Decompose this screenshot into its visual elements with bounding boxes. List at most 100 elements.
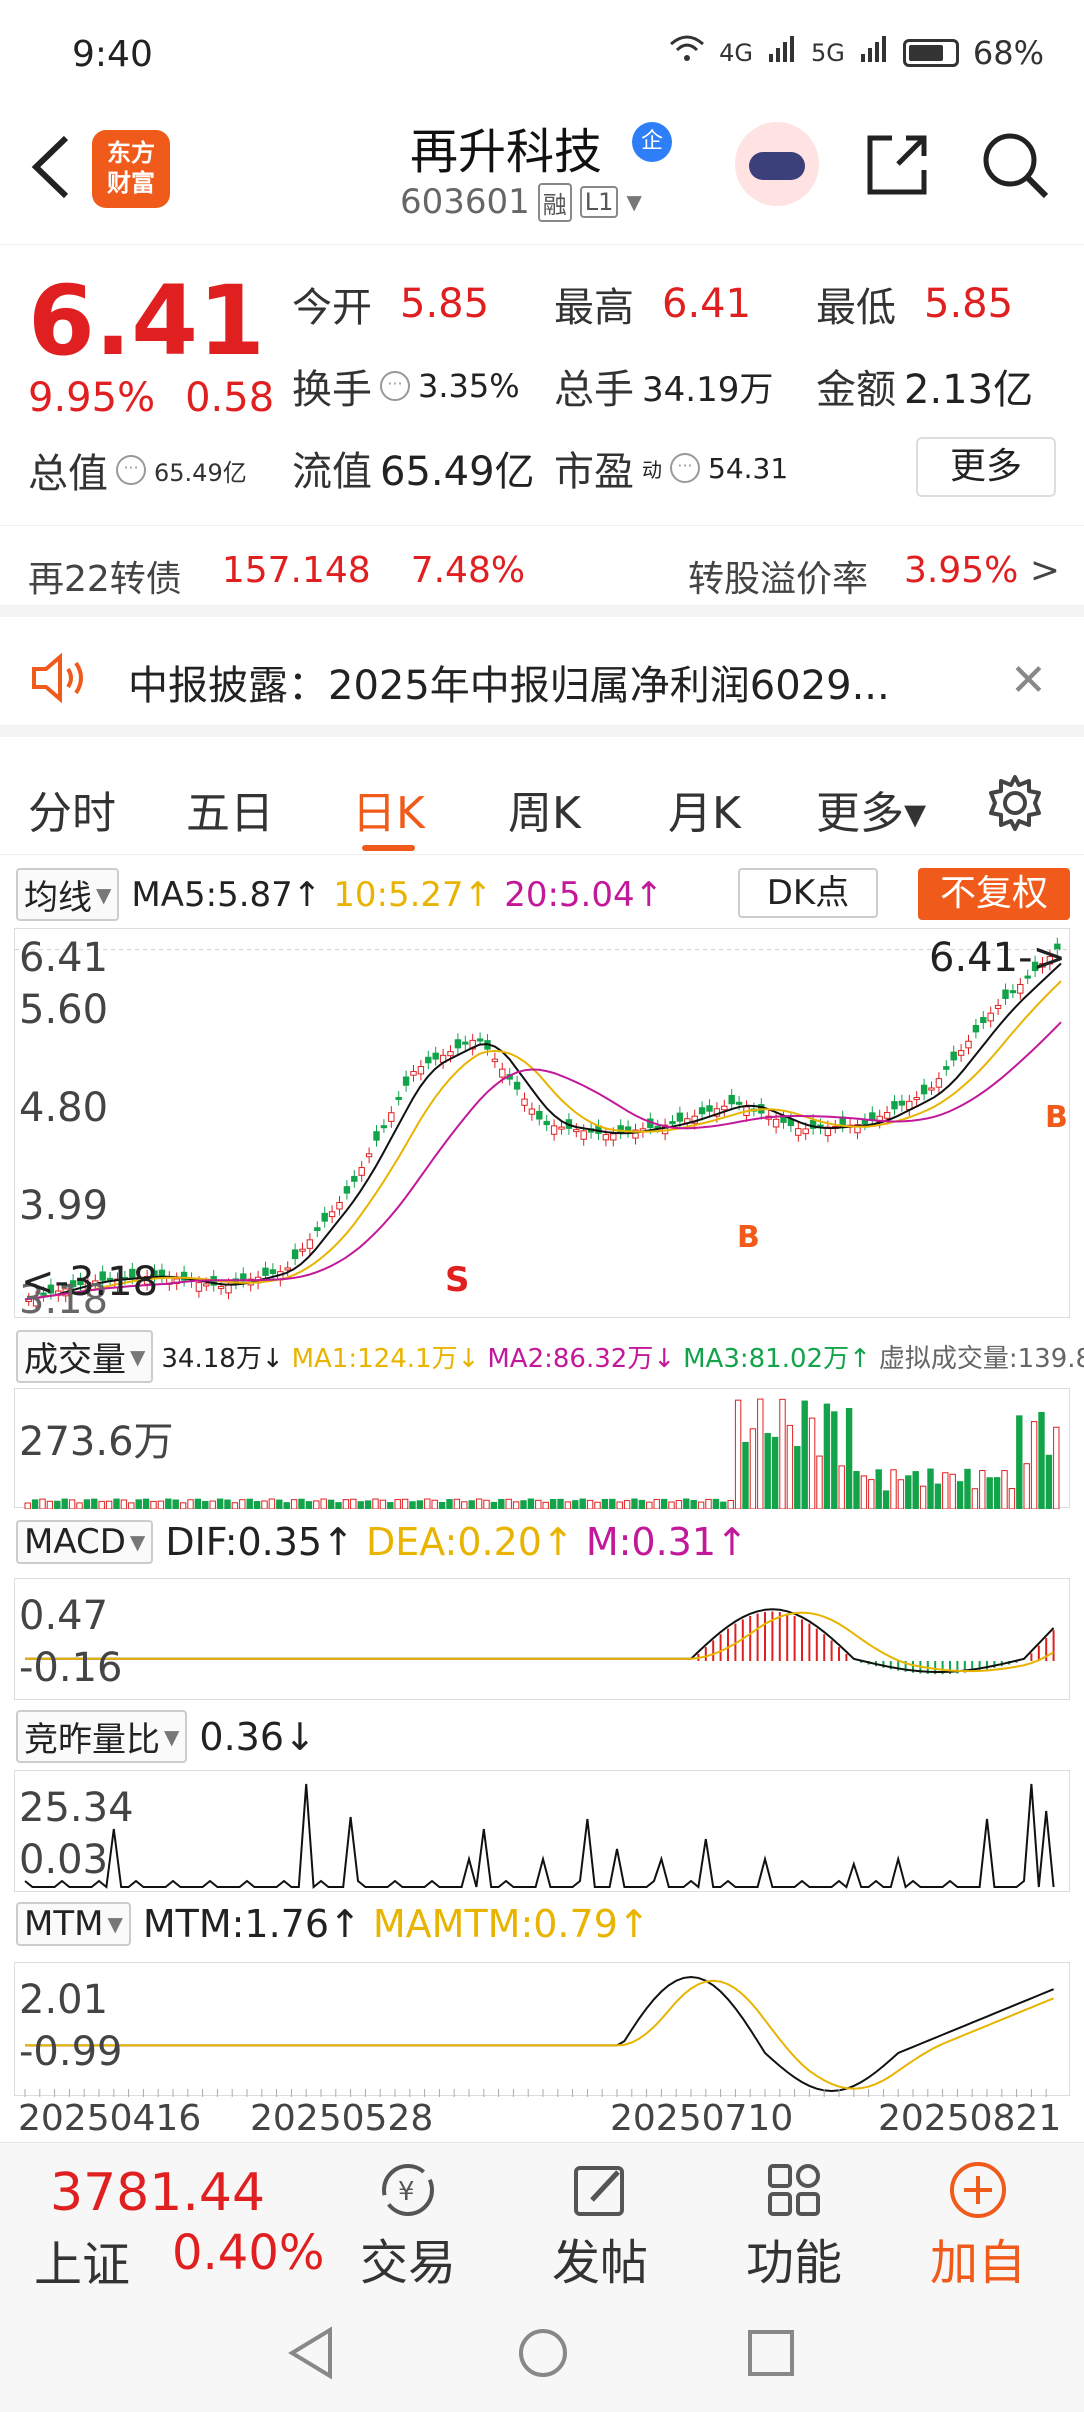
more-dots-icon[interactable]: ··· — [116, 455, 146, 485]
tab-monthly-k[interactable]: 月K — [668, 777, 741, 841]
volume-selector[interactable]: 成交量 ▼ — [16, 1330, 154, 1383]
candle-body — [365, 1153, 373, 1158]
volume-bar — [202, 1500, 209, 1510]
y-tick: 0.03 — [19, 1837, 109, 1883]
macd-chart[interactable]: 0.47 -0.16 — [14, 1578, 1070, 1700]
system-nav-bar — [0, 2292, 1084, 2412]
volume-bar — [794, 1445, 801, 1510]
volume-value: 34.18万↓ — [161, 1344, 284, 1374]
function-button[interactable]: 功能 — [724, 2157, 864, 2293]
volume-bar — [875, 1469, 882, 1510]
adjust-button[interactable]: 不复权 — [918, 868, 1070, 920]
volume-bar — [868, 1479, 875, 1510]
volume-bar — [305, 1501, 313, 1510]
volume-bar — [239, 1499, 246, 1510]
volume-indicator-row: 成交量 ▼ 34.18万↓ MA1:124.1万↓ MA2:86.32万↓ MA3… — [16, 1330, 1084, 1383]
nav-home-icon[interactable] — [516, 2326, 570, 2380]
mtm-selector[interactable]: MTM ▼ — [16, 1902, 131, 1946]
ma5-line — [24, 962, 1062, 1301]
trade-button[interactable]: ¥ 交易 — [338, 2157, 478, 2293]
gear-icon[interactable] — [985, 773, 1045, 833]
bond-price: 157.148 — [221, 550, 371, 591]
mtm-chart[interactable]: 2.01 -0.99 — [14, 1962, 1070, 2097]
level-tag: L1 — [579, 186, 619, 218]
ma-selector[interactable]: 均线 ▼ — [16, 868, 120, 921]
back-icon[interactable] — [26, 132, 76, 202]
tab-intraday[interactable]: 分时 — [28, 777, 116, 841]
tab-weekly-k[interactable]: 周K — [508, 777, 581, 841]
y-tick: 273.6万 — [19, 1419, 174, 1465]
volume-chart[interactable]: 273.6万 — [14, 1388, 1070, 1510]
more-dots-icon[interactable]: ··· — [380, 371, 410, 401]
volume-bar — [845, 1407, 853, 1510]
candle-body — [402, 1076, 410, 1086]
kline-chart[interactable]: BBS 6.41 5.60 4.80 3.99 3.18 6.41-> <-3.… — [14, 928, 1071, 1323]
jz-selector[interactable]: 竞昨量比 ▼ — [16, 1710, 188, 1763]
jz-svg — [24, 1783, 1055, 1889]
app-logo[interactable]: 东方 财富 — [92, 130, 170, 208]
volume-bar — [1023, 1463, 1030, 1510]
bond-name: 再22转债 — [28, 559, 182, 600]
volume-bar — [461, 1501, 468, 1510]
share-icon[interactable] — [862, 130, 932, 200]
chevron-down-icon[interactable]: ▼ — [626, 190, 641, 214]
nav-recent-icon[interactable] — [746, 2328, 796, 2378]
volume-bar — [350, 1498, 357, 1510]
volume-bar — [268, 1498, 276, 1510]
tab-daily-k[interactable]: 日K — [352, 777, 425, 851]
volume-bar — [120, 1499, 128, 1510]
tab-more[interactable]: 更多▾ — [816, 777, 926, 841]
convertible-bond-row[interactable]: 再22转债 157.148 7.48% 转股溢价率 3.95% > — [0, 525, 1084, 617]
signal-icon — [767, 34, 797, 72]
close-icon[interactable]: ✕ — [1010, 655, 1047, 706]
candle-body — [580, 1130, 587, 1140]
candle-body — [610, 1133, 617, 1141]
total-market-value: 总值 ··· 65.49亿 — [28, 451, 247, 497]
volume-bar — [498, 1499, 505, 1510]
volume-bar — [409, 1501, 416, 1510]
volume-bar — [831, 1411, 838, 1510]
more-button[interactable]: 更多 — [916, 437, 1056, 497]
macd-selector[interactable]: MACD ▼ — [16, 1520, 154, 1564]
volume-bar — [742, 1441, 749, 1510]
jz-indicator-row: 竞昨量比 ▼ 0.36↓ — [16, 1710, 316, 1763]
search-icon[interactable] — [980, 130, 1050, 200]
dk-point-button[interactable]: DK点 — [738, 868, 878, 918]
more-dots-icon[interactable]: ··· — [670, 453, 700, 483]
candle-body — [543, 1120, 550, 1126]
candle-body — [536, 1110, 543, 1120]
volume-bar — [927, 1468, 934, 1510]
volume-bar — [535, 1499, 542, 1510]
volume-bar — [594, 1501, 601, 1510]
volume-bar — [638, 1499, 646, 1510]
tab-five-day[interactable]: 五日 — [186, 777, 274, 841]
candle-body — [1009, 990, 1017, 994]
nav-back-icon[interactable] — [286, 2326, 336, 2380]
post-button[interactable]: 发帖 — [530, 2157, 670, 2293]
volume-bar — [61, 1498, 68, 1510]
candle-body — [269, 1269, 277, 1275]
candle-body — [306, 1239, 314, 1249]
volume-bar — [320, 1498, 327, 1510]
ma10-line — [24, 980, 1062, 1301]
candle-body — [706, 1105, 713, 1112]
enterprise-badge: 企 — [632, 122, 672, 162]
volume-bar — [527, 1498, 535, 1510]
assistant-robot-icon[interactable] — [735, 122, 819, 206]
volume-bar — [520, 1500, 527, 1510]
candle-body — [602, 1134, 610, 1141]
volume-bar — [313, 1500, 320, 1510]
volume-bar — [364, 1500, 372, 1510]
sell-marker: S — [445, 1260, 470, 1300]
buy-marker: B — [737, 1220, 760, 1255]
candle-body — [802, 1128, 809, 1135]
candle-body — [425, 1056, 432, 1064]
volume-bar — [246, 1498, 253, 1510]
jz-chart[interactable]: 25.34 0.03 — [14, 1770, 1070, 1892]
volume-bar — [979, 1470, 986, 1510]
notice-banner[interactable]: 中报披露：2025年中报归属净利润6029... ✕ — [0, 617, 1084, 737]
candle-body — [795, 1128, 802, 1136]
bond-percent: 7.48% — [410, 550, 526, 591]
quote-row-2: 换手 ··· 3.35% 总手 34.19万 金额 2.13亿 — [292, 367, 1034, 413]
macd-dea: DEA:0.20↑ — [365, 1520, 574, 1564]
